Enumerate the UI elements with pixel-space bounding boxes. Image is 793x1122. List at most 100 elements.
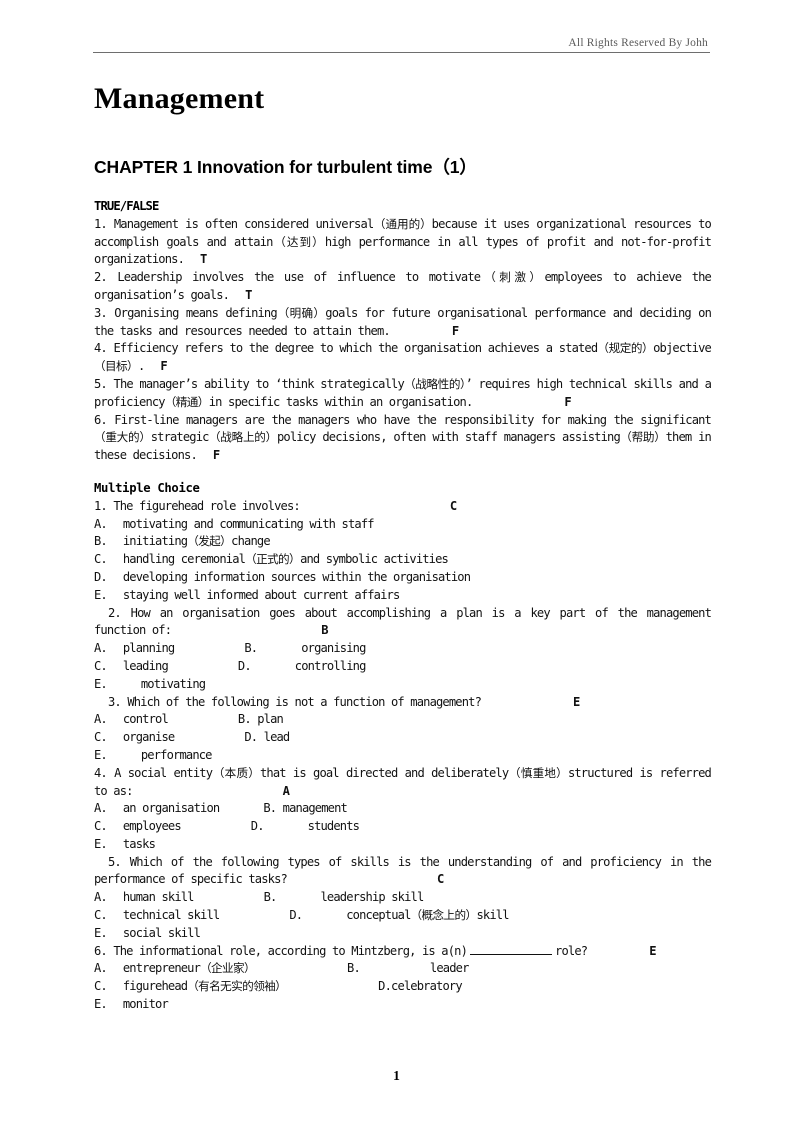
option-letter: A. bbox=[94, 516, 108, 531]
question-number: 4. bbox=[94, 765, 108, 780]
option-text: initiating bbox=[122, 534, 188, 549]
mc-option: C. handling ceremonial（正式的）and symbolic a… bbox=[94, 551, 711, 569]
section-heading-multiple-choice: Multiple Choice bbox=[94, 480, 200, 495]
option-letter: E. bbox=[94, 997, 108, 1012]
mc-option: E. monitor bbox=[94, 996, 711, 1014]
item-gloss: （战略性的） bbox=[403, 376, 466, 391]
option-letter-2: B. bbox=[263, 890, 278, 905]
item-gloss: （刺激） bbox=[480, 270, 545, 285]
item-number: 1. bbox=[94, 216, 108, 231]
option-letter: A. bbox=[94, 961, 108, 976]
option-gloss: （发起） bbox=[187, 534, 232, 549]
mc-option: E. social skill bbox=[94, 925, 711, 943]
mc-option-pair: A. planning B. organising bbox=[94, 640, 711, 658]
mc-option-pair: C. figurehead（有名无实的领袖） D.celebratory bbox=[94, 978, 711, 996]
mc-option: E. tasks bbox=[94, 836, 711, 854]
item-text-2: strategic bbox=[150, 430, 210, 445]
option-letter: E. bbox=[94, 676, 108, 691]
item-text: The manager’s ability to ‘think strategi… bbox=[113, 376, 405, 391]
answer-key: T bbox=[200, 252, 208, 267]
option-letter: C. bbox=[94, 552, 108, 567]
question-text: A social entity bbox=[114, 765, 213, 780]
question-number: 3. bbox=[108, 694, 122, 709]
answer-key: E bbox=[573, 694, 581, 709]
question-number: 6. bbox=[94, 943, 108, 958]
option-gloss-2: （概念上的） bbox=[410, 908, 478, 923]
mc-question-stem: 2. How an organisation goes about accomp… bbox=[94, 605, 712, 641]
mc-option-pair: A. human skill B. leadership skill bbox=[94, 889, 711, 907]
page-number: 1 bbox=[393, 1068, 400, 1083]
mc-question-stem: 5. Which of the following types of skill… bbox=[94, 854, 712, 890]
option-text-2: change bbox=[231, 534, 270, 549]
option-letter-2: D. bbox=[244, 730, 258, 745]
item-text-3: in specific tasks within an organisation… bbox=[208, 394, 474, 409]
option-letter-2: D. bbox=[289, 908, 303, 923]
item-gloss-2: （精通） bbox=[164, 394, 210, 409]
question-gloss-2: （慎重地） bbox=[508, 765, 568, 780]
item-text: Leadership involves the use of influence… bbox=[117, 270, 481, 285]
option-letter-2: B. bbox=[244, 641, 258, 656]
mc-option: A. motivating and communicating with staf… bbox=[94, 516, 711, 534]
option-letter-2: D. bbox=[378, 979, 392, 994]
option-text-2: conceptual bbox=[346, 908, 411, 923]
option-text: figurehead bbox=[122, 979, 188, 994]
option-text-2: plan bbox=[257, 712, 284, 727]
item-number: 5. bbox=[94, 376, 108, 391]
section-heading-true-false: TRUE/FALSE bbox=[94, 199, 159, 213]
document-page: All Rights Reserved By Johh Management C… bbox=[0, 0, 793, 1122]
option-text-2: students bbox=[307, 819, 360, 834]
chapter-heading: CHAPTER 1 Innovation for turbulent time（… bbox=[94, 157, 477, 177]
option-letter: C. bbox=[94, 908, 108, 923]
item-gloss: （重大的） bbox=[94, 430, 151, 445]
question-text: How an organisation goes about accomplis… bbox=[94, 605, 712, 638]
item-gloss-3: （帮助） bbox=[619, 430, 666, 445]
question-text-2: role? bbox=[555, 943, 588, 958]
question-text: The figurehead role involves: bbox=[113, 498, 300, 513]
item-text: First-line managers are the managers who… bbox=[114, 412, 712, 427]
option-letter: E. bbox=[94, 587, 108, 602]
option-text: staying well informed about current affa… bbox=[122, 587, 400, 602]
item-gloss-2: （目标） bbox=[94, 359, 139, 374]
item-text: Organising means defining bbox=[114, 305, 277, 320]
true-false-item: 3. Organising means defining（明确）goals fo… bbox=[94, 305, 712, 341]
item-text: Management is often considered universal bbox=[113, 216, 374, 231]
answer-key: E bbox=[649, 943, 657, 958]
option-gloss: （有名无实的领袖） bbox=[187, 979, 287, 994]
true-false-item: 6. First-line managers are the managers … bbox=[94, 412, 712, 465]
question-text: The informational role, according to Min… bbox=[113, 943, 468, 958]
item-number: 6. bbox=[94, 412, 108, 427]
item-gloss: （通用的） bbox=[373, 216, 432, 231]
true-false-item: 2. Leadership involves the use of influe… bbox=[94, 269, 712, 305]
mc-question-stem: 6. The informational role, according to … bbox=[94, 943, 711, 961]
option-text: technical skill bbox=[122, 908, 220, 923]
option-text: control bbox=[122, 712, 169, 727]
mc-option-pair: A. entrepreneur（企业家） B. leader bbox=[94, 960, 711, 978]
question-text: Which of the following is not a function… bbox=[127, 694, 482, 709]
option-letter-2: D. bbox=[250, 819, 265, 834]
answer-key: F bbox=[564, 394, 572, 409]
item-gloss-2: （达到） bbox=[272, 234, 326, 249]
mc-question-stem: 3. Which of the following is not a funct… bbox=[94, 694, 711, 712]
item-gloss: （规定的） bbox=[597, 341, 654, 356]
option-text-2: leader bbox=[429, 961, 469, 976]
item-number: 3. bbox=[94, 305, 108, 320]
mc-question-stem: 1. The figurehead role involves: C bbox=[94, 498, 711, 516]
option-text-2: leadership skill bbox=[320, 890, 425, 905]
question-number: 1. bbox=[94, 498, 108, 513]
option-gloss: （正式的） bbox=[245, 552, 301, 567]
option-text: leading bbox=[122, 658, 169, 673]
mc-option-pair: A. control B. plan bbox=[94, 711, 711, 729]
option-text: an organisation bbox=[122, 801, 220, 816]
question-number: 2. bbox=[108, 605, 122, 620]
option-text: handling ceremonial bbox=[122, 552, 246, 567]
answer-key: A bbox=[282, 783, 290, 798]
item-number: 2. bbox=[94, 270, 108, 285]
option-text: entrepreneur bbox=[122, 961, 201, 976]
true-false-item: 4. Efficiency refers to the degree to wh… bbox=[94, 340, 712, 376]
option-letter: A. bbox=[94, 801, 108, 816]
item-gloss-2: （战略上的） bbox=[208, 430, 278, 445]
option-text: human skill bbox=[122, 890, 195, 905]
true-false-item: 1. Management is often considered univer… bbox=[94, 216, 712, 269]
mc-option: E. staying well informed about current af… bbox=[94, 587, 711, 605]
answer-key: F bbox=[212, 448, 221, 463]
